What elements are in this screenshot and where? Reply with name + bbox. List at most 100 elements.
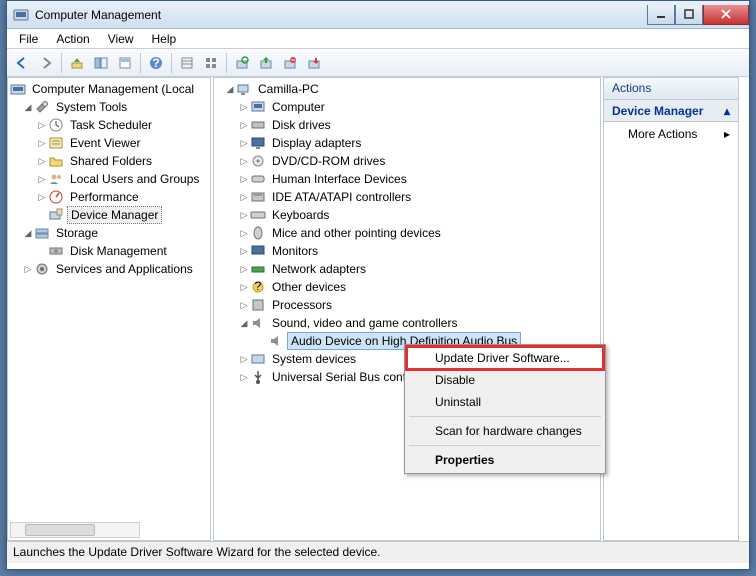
tree-storage[interactable]: ◢ Storage xyxy=(10,224,210,242)
collapse-up-icon[interactable]: ▴ xyxy=(724,104,730,118)
back-button[interactable] xyxy=(11,52,33,74)
device-root[interactable]: ◢Camilla-PC xyxy=(216,80,600,98)
update-driver-toolbar-button[interactable] xyxy=(255,52,277,74)
tree-disk-management[interactable]: Disk Management xyxy=(10,242,210,260)
tree-services-apps[interactable]: ▷ Services and Applications xyxy=(10,260,210,278)
actions-pane: Actions Device Manager ▴ More Actions ▸ xyxy=(603,77,739,541)
expand-icon[interactable]: ▷ xyxy=(36,173,48,185)
context-menu: Update Driver Software... Disable Uninst… xyxy=(404,344,606,474)
collapse-icon[interactable]: ◢ xyxy=(22,227,34,239)
device-category[interactable]: ▷Processors xyxy=(216,296,600,314)
actions-section[interactable]: Device Manager ▴ xyxy=(604,100,738,122)
expand-icon[interactable]: ▷ xyxy=(36,191,48,203)
expand-icon[interactable]: ▷ xyxy=(238,209,250,221)
expand-icon[interactable]: ▷ xyxy=(36,155,48,167)
ide-icon xyxy=(250,189,266,205)
console-tree-pane[interactable]: Computer Management (Local ◢ System Tool… xyxy=(7,77,211,541)
device-category[interactable]: ▷Network adapters xyxy=(216,260,600,278)
expand-icon[interactable]: ▷ xyxy=(238,173,250,185)
computer-management-window: Computer Management File Action View Hel… xyxy=(6,0,750,570)
device-category[interactable]: ▷Disk drives xyxy=(216,116,600,134)
expand-icon[interactable]: ▷ xyxy=(238,101,250,113)
ctx-disable[interactable]: Disable xyxy=(407,369,603,391)
device-category[interactable]: ▷Keyboards xyxy=(216,206,600,224)
expand-icon[interactable]: ▷ xyxy=(238,371,250,383)
mouse-icon xyxy=(250,225,266,241)
kbd-icon xyxy=(250,207,266,223)
app-icon xyxy=(13,7,29,23)
up-button[interactable] xyxy=(66,52,88,74)
storage-icon xyxy=(34,225,50,241)
device-category[interactable]: ▷?Other devices xyxy=(216,278,600,296)
show-hide-tree-button[interactable] xyxy=(90,52,112,74)
net-icon xyxy=(250,261,266,277)
more-actions[interactable]: More Actions ▸ xyxy=(604,122,738,146)
window-title: Computer Management xyxy=(35,8,647,22)
computer-icon xyxy=(236,81,252,97)
device-category[interactable]: ◢Sound, video and game controllers xyxy=(216,314,600,332)
horizontal-scrollbar[interactable] xyxy=(10,522,140,538)
view-button-2[interactable] xyxy=(200,52,222,74)
disk-icon xyxy=(250,117,266,133)
menu-action[interactable]: Action xyxy=(48,30,97,48)
tree-root[interactable]: Computer Management (Local xyxy=(10,80,210,98)
collapse-icon[interactable]: ◢ xyxy=(224,83,236,95)
shared-folder-icon xyxy=(48,153,64,169)
usb-icon xyxy=(250,369,266,385)
menubar: File Action View Help xyxy=(7,29,749,49)
expand-icon[interactable]: ▷ xyxy=(238,227,250,239)
tree-device-manager[interactable]: Device Manager xyxy=(10,206,210,224)
device-category[interactable]: ▷DVD/CD-ROM drives xyxy=(216,152,600,170)
expand-icon[interactable]: ▷ xyxy=(238,263,250,275)
expand-icon[interactable]: ▷ xyxy=(238,281,250,293)
maximize-button[interactable] xyxy=(675,5,703,25)
hid-icon xyxy=(250,171,266,187)
expand-icon[interactable]: ▷ xyxy=(36,137,48,149)
tree-shared-folders[interactable]: ▷ Shared Folders xyxy=(10,152,210,170)
display-icon xyxy=(250,135,266,151)
ctx-update-driver[interactable]: Update Driver Software... xyxy=(407,347,603,369)
forward-button[interactable] xyxy=(35,52,57,74)
device-category[interactable]: ▷Human Interface Devices xyxy=(216,170,600,188)
uninstall-toolbar-button[interactable] xyxy=(279,52,301,74)
view-button-1[interactable] xyxy=(176,52,198,74)
expand-icon[interactable]: ▷ xyxy=(238,353,250,365)
disable-toolbar-button[interactable] xyxy=(303,52,325,74)
device-category[interactable]: ▷Monitors xyxy=(216,242,600,260)
expand-icon[interactable]: ▷ xyxy=(238,191,250,203)
expand-icon[interactable]: ▷ xyxy=(36,119,48,131)
tree-local-users[interactable]: ▷ Local Users and Groups xyxy=(10,170,210,188)
titlebar[interactable]: Computer Management xyxy=(7,1,749,29)
svg-text:?: ? xyxy=(255,279,262,293)
expand-icon[interactable]: ▷ xyxy=(22,263,34,275)
minimize-button[interactable] xyxy=(647,5,675,25)
expand-icon[interactable]: ▷ xyxy=(238,137,250,149)
expand-icon[interactable]: ▷ xyxy=(238,119,250,131)
ctx-properties[interactable]: Properties xyxy=(407,449,603,471)
tree-performance[interactable]: ▷ Performance xyxy=(10,188,210,206)
device-category[interactable]: ▷IDE ATA/ATAPI controllers xyxy=(216,188,600,206)
tree-event-viewer[interactable]: ▷ Event Viewer xyxy=(10,134,210,152)
users-icon xyxy=(48,171,64,187)
menu-help[interactable]: Help xyxy=(144,30,185,48)
ctx-uninstall[interactable]: Uninstall xyxy=(407,391,603,413)
help-button[interactable]: ? xyxy=(145,52,167,74)
device-category[interactable]: ▷Mice and other pointing devices xyxy=(216,224,600,242)
device-category[interactable]: ▷Computer xyxy=(216,98,600,116)
close-button[interactable] xyxy=(703,5,749,25)
expand-icon[interactable]: ▷ xyxy=(238,245,250,257)
menu-file[interactable]: File xyxy=(11,30,46,48)
collapse-icon[interactable]: ◢ xyxy=(238,317,250,329)
expand-icon[interactable]: ▷ xyxy=(238,155,250,167)
menu-view[interactable]: View xyxy=(100,30,142,48)
expand-icon[interactable]: ▷ xyxy=(238,299,250,311)
scan-button[interactable] xyxy=(231,52,253,74)
tree-system-tools[interactable]: ◢ System Tools xyxy=(10,98,210,116)
clock-icon xyxy=(48,117,64,133)
device-category[interactable]: ▷Display adapters xyxy=(216,134,600,152)
tree-task-scheduler[interactable]: ▷ Task Scheduler xyxy=(10,116,210,134)
collapse-icon[interactable]: ◢ xyxy=(22,101,34,113)
properties-toolbar-button[interactable] xyxy=(114,52,136,74)
chevron-right-icon: ▸ xyxy=(724,127,730,141)
ctx-scan[interactable]: Scan for hardware changes xyxy=(407,420,603,442)
